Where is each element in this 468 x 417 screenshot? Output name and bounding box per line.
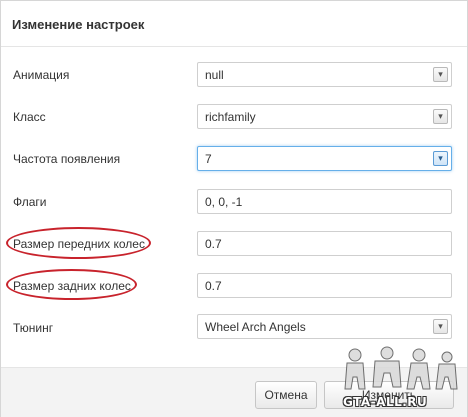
cancel-button[interactable]: Отмена: [255, 381, 317, 409]
dialog-header: Изменение настроек: [1, 1, 467, 47]
animation-select[interactable]: null ▾: [197, 62, 452, 87]
class-select[interactable]: richfamily ▾: [197, 104, 452, 129]
rear-wheel-size-input[interactable]: 0.7: [197, 273, 452, 298]
save-button[interactable]: Изменить: [324, 381, 454, 409]
tuning-label: Тюнинг: [13, 321, 54, 335]
spawn-frequency-value: 7: [205, 152, 212, 166]
settings-dialog: Изменение настроек Анимация null ▾ Класс…: [0, 0, 468, 417]
front-wheel-size-value: 0.7: [205, 237, 222, 251]
chevron-down-icon[interactable]: ▾: [433, 151, 448, 166]
rear-wheel-size-label: Размер задних колес: [13, 279, 131, 293]
front-wheel-size-label: Размер передних колес: [13, 237, 145, 251]
front-wheel-size-input[interactable]: 0.7: [197, 231, 452, 256]
dialog-title: Изменение настроек: [12, 17, 145, 32]
chevron-down-icon[interactable]: ▾: [433, 319, 448, 334]
flags-input[interactable]: 0, 0, -1: [197, 189, 452, 214]
chevron-down-icon[interactable]: ▾: [433, 67, 448, 82]
animation-label: Анимация: [13, 68, 70, 82]
spawn-frequency-label: Частота появления: [13, 152, 121, 166]
tuning-select[interactable]: Wheel Arch Angels ▾: [197, 314, 452, 339]
tuning-value: Wheel Arch Angels: [205, 320, 306, 334]
flags-label: Флаги: [13, 195, 47, 209]
class-label: Класс: [13, 110, 46, 124]
spawn-frequency-select[interactable]: 7 ▾: [197, 146, 452, 171]
rear-wheel-size-value: 0.7: [205, 279, 222, 293]
animation-value: null: [205, 68, 224, 82]
flags-value: 0, 0, -1: [205, 195, 243, 209]
chevron-down-icon[interactable]: ▾: [433, 109, 448, 124]
class-value: richfamily: [205, 110, 256, 124]
